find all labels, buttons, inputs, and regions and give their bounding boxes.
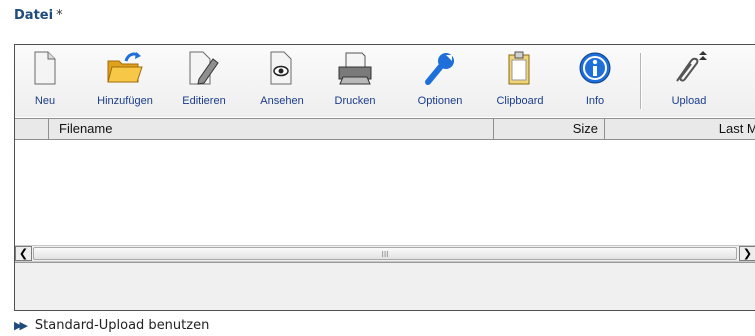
options-button[interactable]: Optionen <box>407 47 473 115</box>
edit-document-icon <box>189 51 219 85</box>
view-button[interactable]: Ansehen <box>253 47 311 115</box>
standard-upload-label: Standard-Upload benutzen <box>34 318 210 333</box>
info-button[interactable]: Info <box>575 47 615 115</box>
required-marker: * <box>56 8 63 23</box>
scroll-right-button[interactable]: ❯ <box>739 246 755 261</box>
print-button-label: Drucken <box>334 95 376 107</box>
field-label-text: Datei <box>14 8 54 23</box>
size-column-header[interactable]: Size <box>494 119 605 139</box>
file-table-header: Filename Size Last Mo <box>15 118 755 140</box>
new-document-icon <box>34 51 56 85</box>
new-button[interactable]: Neu <box>25 47 65 115</box>
chevron-left-icon: ❮ <box>18 247 29 260</box>
upload-button[interactable]: Upload <box>661 47 717 115</box>
scroll-left-button[interactable]: ❮ <box>15 246 32 261</box>
edit-button[interactable]: Editieren <box>175 47 233 115</box>
clipboard-button[interactable]: Clipboard <box>489 47 551 115</box>
view-button-label: Ansehen <box>260 95 304 107</box>
standard-upload-link[interactable]: ▶▶ Standard-Upload benutzen <box>14 318 209 334</box>
wrench-icon <box>425 53 454 85</box>
file-field-label: Datei * <box>14 8 63 23</box>
filename-column-header[interactable]: Filename <box>49 119 494 139</box>
chevron-right-icon: ❯ <box>742 247 753 260</box>
status-bar <box>15 262 755 310</box>
clipboard-button-label: Clipboard <box>496 95 544 107</box>
select-column-header[interactable] <box>15 119 49 139</box>
info-icon <box>579 52 611 84</box>
add-button[interactable]: Hinzufügen <box>89 47 161 115</box>
edit-button-label: Editieren <box>182 95 226 107</box>
view-document-icon <box>270 51 292 85</box>
file-list[interactable] <box>15 140 755 244</box>
options-button-label: Optionen <box>417 95 463 107</box>
clipboard-icon <box>508 51 530 85</box>
add-button-label: Hinzufügen <box>97 95 153 107</box>
horizontal-scrollbar[interactable]: ❮ III ❯ <box>15 245 755 262</box>
double-arrow-icon: ▶▶ <box>14 319 28 332</box>
print-button[interactable]: Drucken <box>327 47 383 115</box>
printer-icon <box>338 52 372 85</box>
paperclip-upload-icon <box>676 51 707 82</box>
scrollbar-thumb[interactable]: III <box>33 247 737 260</box>
open-folder-icon <box>107 52 143 83</box>
toolbar: Neu Hinzufügen Editieren Ansehen Drucken… <box>15 45 755 117</box>
scrollbar-grip: III <box>381 250 389 259</box>
last-modified-column-header[interactable]: Last Mo <box>605 119 755 139</box>
upload-button-label: Upload <box>671 95 707 107</box>
file-manager-panel: Neu Hinzufügen Editieren Ansehen Drucken… <box>14 44 755 311</box>
info-button-label: Info <box>585 95 605 107</box>
new-button-label: Neu <box>34 95 56 107</box>
toolbar-separator <box>640 53 642 109</box>
